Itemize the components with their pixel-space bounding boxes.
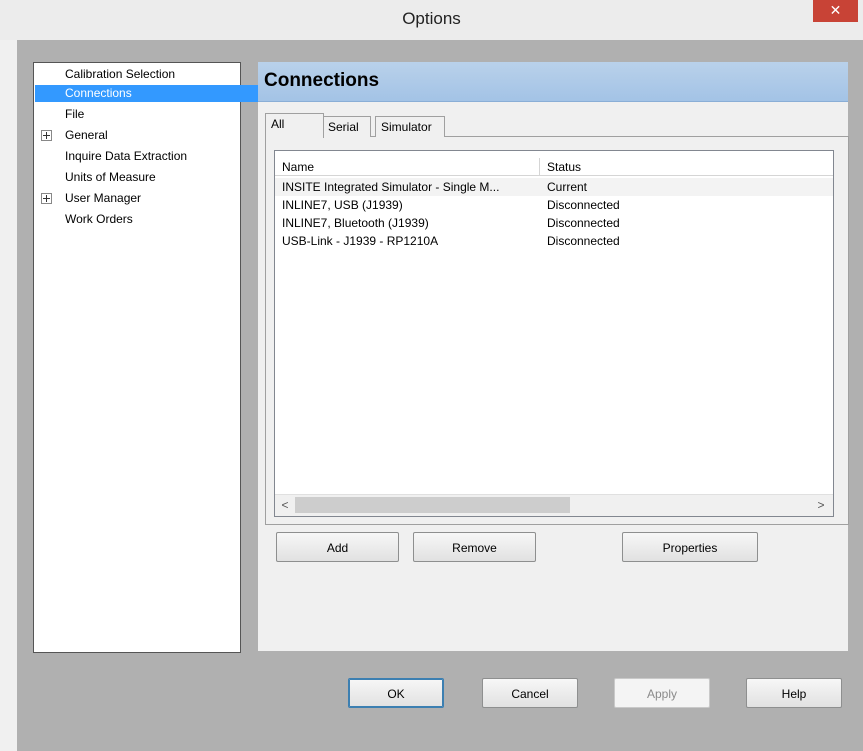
connection-name: INLINE7, USB (J1939) [282,198,403,212]
close-button[interactable]: ✕ [813,0,858,22]
add-button[interactable]: Add [276,532,399,562]
connection-name: INSITE Integrated Simulator - Single M..… [282,180,500,194]
list-row[interactable]: INSITE Integrated Simulator - Single M..… [275,178,833,196]
tree-item-calibration-selection[interactable]: Calibration Selection [62,66,178,83]
panel-title: Connections [264,70,380,91]
connection-status: Disconnected [547,198,620,212]
properties-button[interactable]: Properties [622,532,758,562]
list-row[interactable]: INLINE7, Bluetooth (J1939) Disconnected [275,214,833,232]
connections-list[interactable]: Name Status INSITE Integrated Simulator … [274,150,834,517]
tree-item-general[interactable]: General [62,127,111,144]
horizontal-scrollbar[interactable]: < > [275,494,833,516]
cancel-button[interactable]: Cancel [482,678,578,708]
scroll-left-icon[interactable]: < [277,497,293,513]
tab-simulator[interactable]: Simulator [375,116,445,137]
list-row[interactable]: USB-Link - J1939 - RP1210A Disconnected [275,232,833,250]
list-header: Name Status [275,158,833,176]
help-button[interactable]: Help [746,678,842,708]
column-header-name[interactable]: Name [275,159,314,175]
column-header-status[interactable]: Status [540,159,581,175]
panel-header: Connections [258,62,848,102]
tree-item-connections[interactable]: Connections [35,85,267,102]
tree-item-user-manager[interactable]: User Manager [62,190,144,207]
window-title: Options [402,9,461,28]
expand-icon-user-manager[interactable] [41,193,52,204]
connection-status: Disconnected [547,234,620,248]
ok-button[interactable]: OK [348,678,444,708]
scrollbar-thumb[interactable] [295,497,570,513]
tree-item-file[interactable]: File [62,106,87,123]
connection-name: INLINE7, Bluetooth (J1939) [282,216,429,230]
tab-serial[interactable]: Serial [322,116,371,137]
title-bar: Options ✕ [0,0,863,40]
expand-icon-general[interactable] [41,130,52,141]
connection-status: Disconnected [547,216,620,230]
connection-status: Current [547,180,588,194]
options-dialog: Options ✕ Calibration Selection Connecti… [0,0,863,751]
options-tree[interactable]: Calibration Selection Connections File G… [33,62,267,653]
remove-button[interactable]: Remove [413,532,536,562]
tree-item-units-of-measure[interactable]: Units of Measure [62,169,159,186]
scroll-right-icon[interactable]: > [813,497,829,513]
tab-all[interactable]: All [265,113,324,138]
connection-name: USB-Link - J1939 - RP1210A [282,234,439,248]
list-row[interactable]: INLINE7, USB (J1939) Disconnected [275,196,833,214]
tree-item-inquire-data-extraction[interactable]: Inquire Data Extraction [62,148,190,165]
apply-button[interactable]: Apply [614,678,710,708]
tree-item-work-orders[interactable]: Work Orders [62,211,136,228]
